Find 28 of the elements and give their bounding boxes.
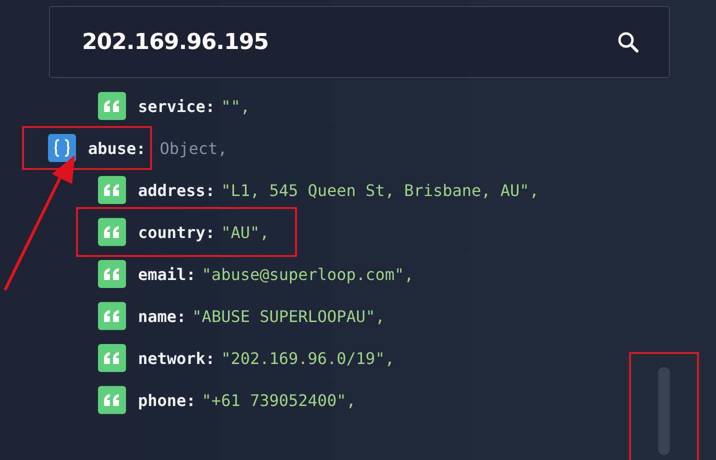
quote-icon: [98, 302, 126, 330]
property-key: abuse:: [88, 138, 146, 158]
search-input[interactable]: 202.169.96.195: [80, 28, 617, 56]
braces-icon: [48, 134, 76, 162]
property-key: service:: [138, 96, 216, 116]
property-value: "abuse@superloop.com",: [202, 264, 414, 284]
property-value: "ABUSE SUPERLOOPAU",: [192, 306, 385, 326]
property-key: phone:: [138, 390, 196, 410]
property-key: name:: [138, 306, 186, 326]
property-key: network:: [138, 348, 216, 368]
scrollbar-thumb[interactable]: [658, 367, 670, 455]
quote-icon: [98, 344, 126, 372]
quote-icon: [98, 218, 126, 246]
quote-icon: [98, 92, 126, 120]
property-value: "202.169.96.0/19",: [221, 348, 394, 368]
search-field[interactable]: 202.169.96.195: [49, 6, 670, 78]
search-icon[interactable]: [617, 31, 639, 53]
property-value: "",: [221, 96, 250, 116]
quote-icon: [98, 260, 126, 288]
quote-icon: [98, 386, 126, 414]
property-value: "AU",: [221, 222, 270, 242]
property-key: country:: [138, 222, 216, 242]
property-value: "+61 739052400",: [202, 390, 356, 410]
property-value: "L1, 545 Queen St, Brisbane, AU",: [221, 180, 539, 200]
quote-icon: [98, 176, 126, 204]
property-key: address:: [138, 180, 216, 200]
property-key: email:: [138, 264, 196, 284]
property-value: Object,: [160, 138, 228, 158]
